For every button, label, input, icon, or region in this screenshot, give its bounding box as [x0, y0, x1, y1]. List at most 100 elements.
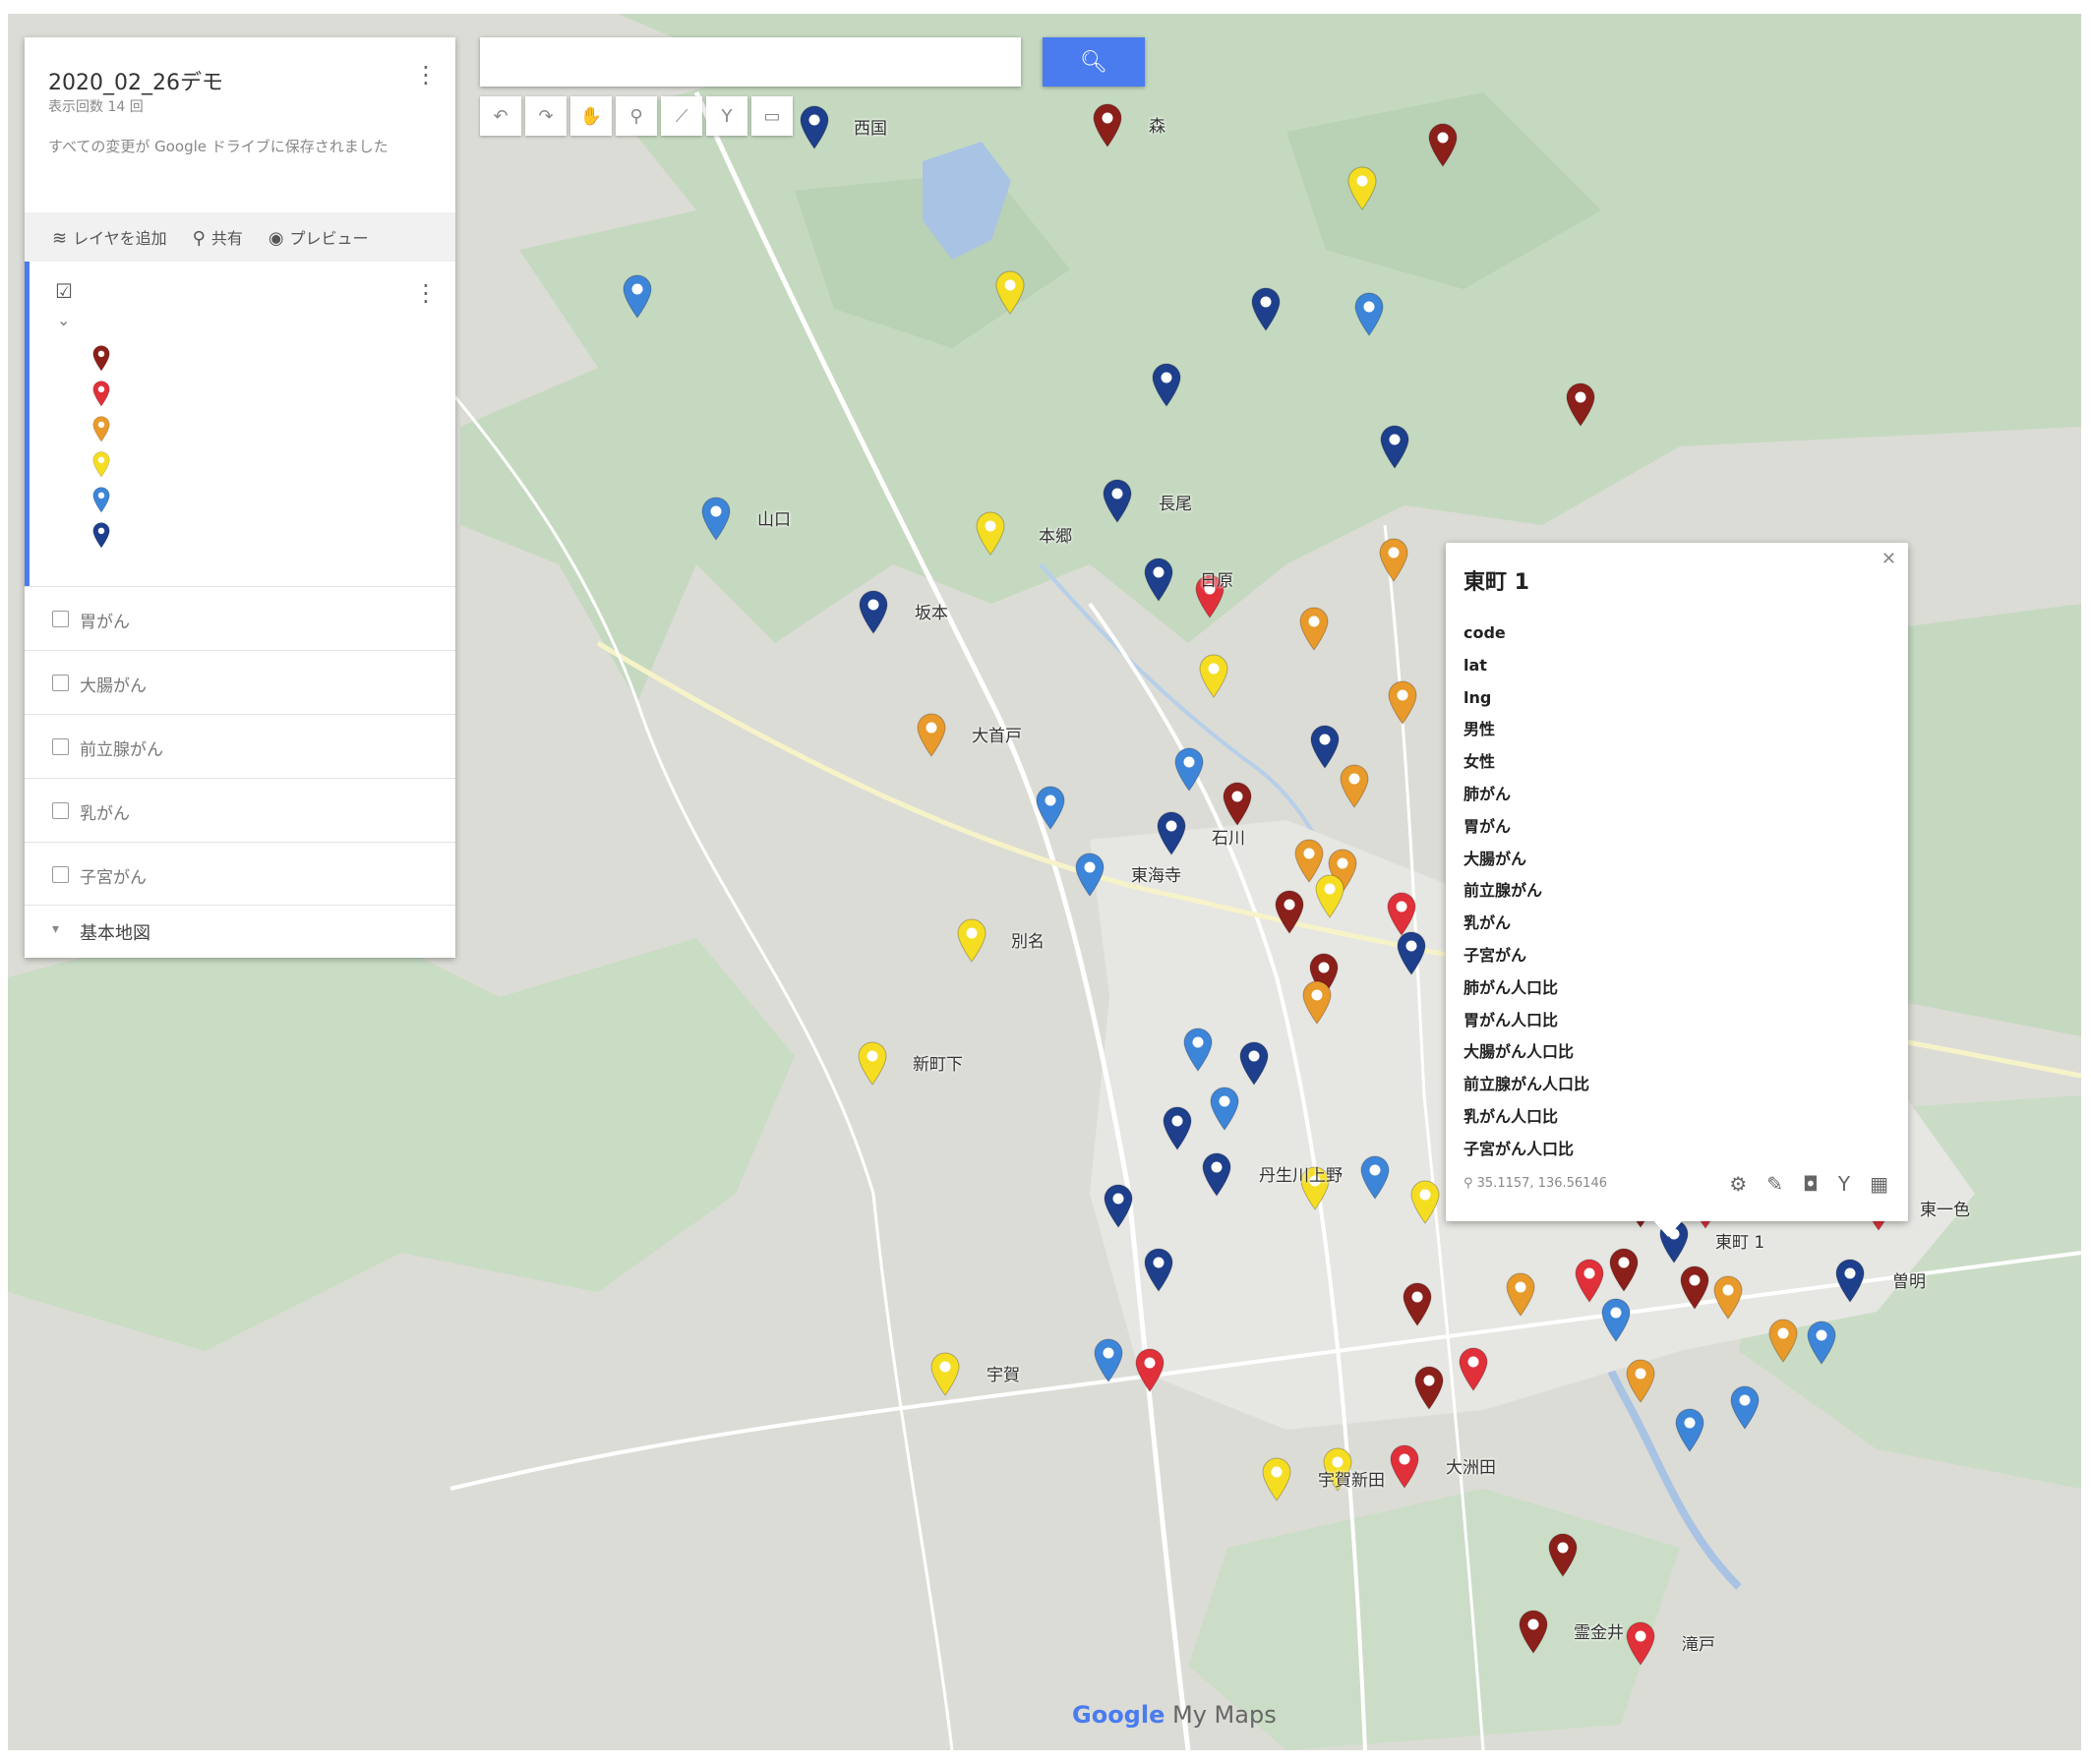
camera-icon[interactable]: ◘ — [1803, 1172, 1819, 1196]
map-marker[interactable] — [1034, 785, 1067, 830]
map-marker[interactable] — [1564, 382, 1597, 427]
map-marker[interactable] — [993, 269, 1027, 315]
map-marker[interactable] — [1200, 1151, 1233, 1197]
map-marker[interactable] — [1091, 102, 1124, 147]
layer-checkbox[interactable] — [52, 611, 69, 627]
map-marker[interactable] — [1142, 1247, 1175, 1292]
map-marker[interactable] — [1313, 873, 1346, 918]
map-marker[interactable] — [1133, 1347, 1166, 1392]
map-marker[interactable] — [1546, 1532, 1580, 1577]
map-marker[interactable] — [1599, 1297, 1633, 1342]
redo-icon[interactable]: ↷ — [525, 96, 567, 136]
map-marker[interactable] — [1412, 1365, 1446, 1410]
layer-row-1[interactable]: 大腸がん — [25, 650, 455, 713]
map-marker[interactable] — [1338, 763, 1371, 808]
map-marker[interactable] — [1352, 291, 1386, 336]
map-marker[interactable] — [1092, 1337, 1125, 1382]
map-marker[interactable] — [1673, 1407, 1706, 1452]
share-button[interactable]: ⚲ 共有 — [193, 225, 243, 249]
map-marker[interactable] — [1624, 1620, 1657, 1666]
map-marker[interactable] — [1378, 424, 1411, 469]
layer-checkbox[interactable] — [52, 738, 69, 755]
map-marker[interactable] — [1624, 1358, 1657, 1403]
map-marker[interactable] — [1711, 1274, 1745, 1320]
map-marker[interactable] — [1308, 724, 1342, 769]
map-marker[interactable] — [1358, 1154, 1392, 1200]
map-marker[interactable] — [857, 589, 890, 634]
map-marker[interactable] — [928, 1351, 962, 1396]
ruler-icon[interactable]: ▭ — [751, 96, 793, 136]
map-marker[interactable] — [621, 273, 654, 319]
search-button[interactable]: 🔍︎ — [1043, 37, 1145, 87]
map-marker[interactable] — [1101, 478, 1134, 523]
style-icon[interactable]: ⚙ — [1729, 1172, 1747, 1196]
map-marker[interactable] — [1300, 979, 1334, 1025]
map-marker[interactable] — [1073, 852, 1106, 897]
layer-checkbox[interactable] — [52, 866, 69, 883]
map-marker[interactable] — [1728, 1384, 1762, 1430]
map-marker[interactable] — [1237, 1040, 1271, 1086]
map-marker[interactable] — [1805, 1320, 1838, 1365]
map-marker[interactable] — [974, 510, 1007, 556]
map-marker[interactable] — [1504, 1271, 1537, 1317]
hand-icon[interactable]: ✋ — [570, 96, 612, 136]
base-map-row[interactable]: ▾ 基本地図 — [25, 905, 455, 959]
map-marker[interactable] — [1517, 1609, 1550, 1654]
map-marker[interactable] — [1221, 781, 1254, 826]
map-marker[interactable] — [1142, 557, 1175, 602]
map-marker[interactable] — [1388, 1443, 1421, 1489]
map-marker[interactable] — [1273, 889, 1306, 934]
trash-icon[interactable]: ▦ — [1870, 1172, 1888, 1196]
undo-icon[interactable]: ↶ — [480, 96, 521, 136]
chevron-down-icon[interactable]: ▾ — [52, 921, 59, 937]
layer-checkbox[interactable] — [52, 675, 69, 691]
directions-icon[interactable]: Y — [706, 96, 747, 136]
map-marker[interactable] — [1408, 1179, 1442, 1224]
map-marker[interactable] — [1150, 362, 1183, 407]
layer-checkbox[interactable] — [52, 802, 69, 819]
map-options-icon[interactable]: ⋮ — [414, 63, 438, 87]
map-marker[interactable] — [1386, 679, 1419, 725]
edit-icon[interactable]: ✎ — [1766, 1172, 1783, 1196]
map-marker[interactable] — [1401, 1281, 1434, 1326]
layer-row-2[interactable]: 前立腺がん — [25, 714, 455, 777]
chevron-down-icon[interactable]: ⌄ — [57, 311, 70, 329]
map-marker[interactable] — [1181, 1027, 1215, 1072]
map-marker[interactable] — [1297, 606, 1331, 651]
map-marker[interactable] — [1197, 653, 1230, 698]
map-marker[interactable] — [1377, 537, 1410, 582]
search-input[interactable] — [480, 37, 1021, 87]
map-marker[interactable] — [1607, 1247, 1641, 1292]
map-marker[interactable] — [1155, 810, 1188, 855]
directions-icon[interactable]: Y — [1838, 1172, 1850, 1196]
draw-line-icon[interactable]: ⟋ — [661, 96, 702, 136]
map-marker[interactable] — [1426, 122, 1460, 167]
map-marker[interactable] — [798, 104, 831, 149]
layer-row-0[interactable]: 胃がん — [25, 586, 455, 649]
map-marker[interactable] — [1208, 1086, 1241, 1131]
map-marker[interactable] — [1260, 1456, 1293, 1501]
map-marker[interactable] — [1345, 165, 1379, 210]
close-icon[interactable]: ✕ — [1882, 549, 1896, 569]
layer-checkbox[interactable]: ☑ — [55, 279, 73, 303]
layer-row-3[interactable]: 乳がん — [25, 778, 455, 841]
map-title[interactable]: 2020_02_26デモ — [48, 65, 223, 96]
map-marker[interactable] — [1678, 1264, 1711, 1310]
map-marker[interactable] — [915, 712, 948, 757]
map-marker[interactable] — [856, 1040, 889, 1086]
map-marker[interactable] — [1766, 1318, 1800, 1363]
map-marker[interactable] — [1833, 1258, 1867, 1303]
map-marker[interactable] — [1457, 1346, 1490, 1391]
add-layer-button[interactable]: ≋ レイヤを追加 — [52, 225, 167, 249]
add-marker-icon[interactable]: ⚲ — [616, 96, 657, 136]
layer-options-icon[interactable]: ⋮ — [414, 279, 438, 307]
map-marker[interactable] — [955, 917, 988, 963]
preview-button[interactable]: ◉ プレビュー — [269, 225, 369, 249]
map-marker[interactable] — [1161, 1105, 1194, 1150]
layer-row-4[interactable]: 子宮がん — [25, 842, 455, 905]
map-marker[interactable] — [1395, 930, 1428, 975]
map-marker[interactable] — [1249, 286, 1283, 331]
map-marker[interactable] — [699, 496, 733, 541]
map-marker[interactable] — [1102, 1183, 1135, 1228]
map-marker[interactable] — [1172, 746, 1206, 792]
